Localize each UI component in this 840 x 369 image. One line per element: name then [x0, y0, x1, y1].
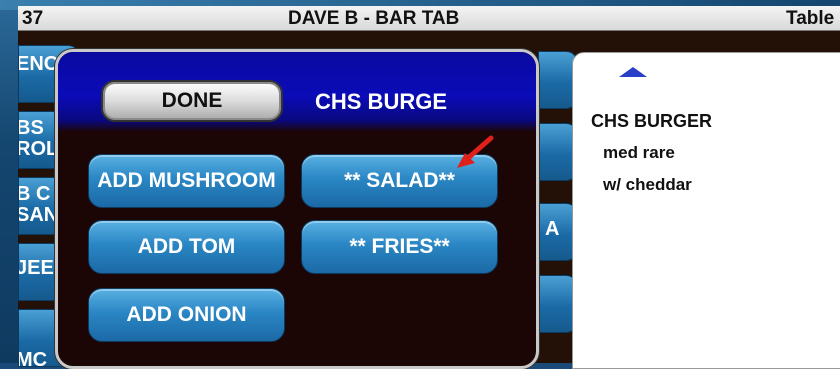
fries-button[interactable]: ** FRIES**	[301, 220, 498, 274]
done-button[interactable]: DONE	[101, 80, 283, 122]
popup-item-title: CHS BURGE	[315, 89, 448, 114]
modifier-popup: DONE CHS BURGE ADD MUSHROOM ** SALAD** A…	[55, 49, 539, 369]
add-mushroom-button[interactable]: ADD MUSHROOM	[88, 154, 285, 208]
order-modifier: w/ cheddar	[603, 175, 692, 194]
red-arrow-icon	[457, 135, 494, 168]
add-onion-button[interactable]: ADD ONION	[88, 288, 285, 342]
scroll-up-icon[interactable]	[619, 67, 647, 77]
check-number: 37	[22, 8, 44, 29]
window-left-edge	[0, 0, 18, 363]
tab-title: DAVE B - BAR TAB	[288, 8, 460, 29]
table-label: Table	[786, 8, 835, 29]
add-tom-button[interactable]: ADD TOM	[88, 220, 285, 274]
order-item[interactable]: CHS BURGER	[591, 111, 712, 132]
order-panel: CHS BURGER med rare w/ cheddar	[572, 52, 840, 369]
title-bar: 37 DAVE B - BAR TAB Table	[18, 6, 840, 31]
order-modifier: med rare	[603, 143, 675, 162]
